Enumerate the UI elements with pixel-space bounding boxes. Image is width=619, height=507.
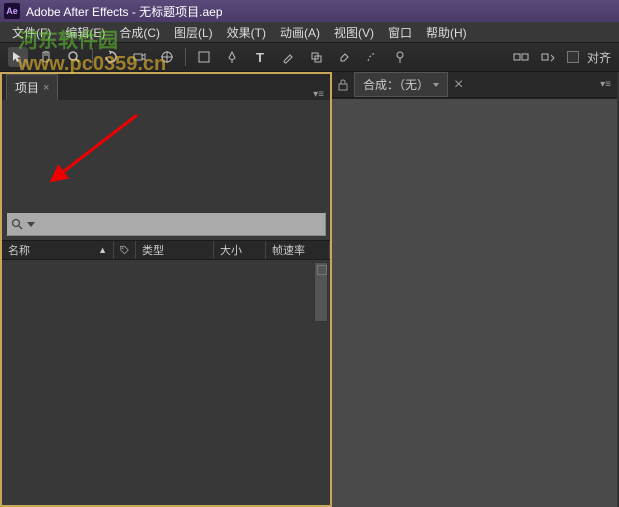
eraser-tool-icon[interactable] — [334, 47, 354, 67]
composition-tab-label: 合成：（无） — [363, 76, 429, 93]
composition-viewer[interactable] — [332, 98, 617, 507]
window-title: Adobe After Effects - 无标题项目.aep — [26, 3, 223, 20]
toolbar-divider — [92, 48, 93, 66]
pin-tool-icon[interactable] — [390, 47, 410, 67]
column-name-label: 名称 — [8, 242, 30, 258]
project-preview-area[interactable] — [2, 100, 330, 208]
column-name[interactable]: 名称 ▲ — [2, 241, 114, 259]
hand-tool-icon[interactable] — [36, 47, 56, 67]
menubar: 文件(F) 编辑(E) 合成(C) 图层(L) 效果(T) 动画(A) 视图(V… — [0, 22, 619, 42]
search-icon — [11, 218, 23, 230]
zoom-tool-icon[interactable] — [64, 47, 84, 67]
sort-arrow-icon: ▲ — [98, 245, 107, 255]
menu-window[interactable]: 窗口 — [382, 24, 418, 41]
menu-animation[interactable]: 动画(A) — [274, 24, 326, 41]
titlebar: Ae Adobe After Effects - 无标题项目.aep — [0, 0, 619, 22]
menu-layer[interactable]: 图层(L) — [168, 24, 219, 41]
text-tool-icon[interactable]: T — [250, 47, 270, 67]
close-icon[interactable]: × — [454, 76, 463, 94]
scrollbar[interactable] — [314, 262, 328, 322]
snap-icon[interactable] — [511, 47, 531, 67]
chevron-down-icon[interactable] — [433, 83, 439, 87]
lock-icon[interactable] — [338, 79, 348, 91]
roto-tool-icon[interactable] — [362, 47, 382, 67]
shape-tool-icon[interactable] — [194, 47, 214, 67]
column-size[interactable]: 大小 — [214, 241, 266, 259]
composition-panel: 合成：（无） × ▾≡ — [332, 72, 619, 507]
menu-help[interactable]: 帮助(H) — [420, 24, 473, 41]
column-type[interactable]: 类型 — [136, 241, 214, 259]
menu-view[interactable]: 视图(V) — [328, 24, 380, 41]
anchor-tool-icon[interactable] — [157, 47, 177, 67]
annotation-arrow-icon — [47, 105, 147, 205]
tag-icon — [120, 244, 129, 256]
pen-tool-icon[interactable] — [222, 47, 242, 67]
menu-edit[interactable]: 编辑(E) — [59, 24, 111, 41]
workspace: 项目 × ▾≡ 名称 — [0, 72, 619, 507]
app-icon: Ae — [4, 3, 20, 19]
camera-tool-icon[interactable] — [129, 47, 149, 67]
selection-tool-icon[interactable] — [8, 47, 28, 67]
close-icon[interactable]: × — [43, 82, 49, 94]
search-input[interactable] — [39, 218, 321, 230]
snap-dropdown-icon[interactable] — [539, 47, 559, 67]
project-tab[interactable]: 项目 × — [6, 74, 58, 100]
column-fps[interactable]: 帧速率 — [266, 241, 330, 259]
panel-menu-icon[interactable]: ▾≡ — [313, 89, 324, 100]
toolbar: T 对齐 — [0, 42, 619, 72]
brush-tool-icon[interactable] — [278, 47, 298, 67]
toolbar-divider — [185, 48, 186, 66]
composition-tab[interactable]: 合成：（无） — [354, 72, 448, 97]
menu-file[interactable]: 文件(F) — [6, 24, 57, 41]
panel-tabs: 项目 × ▾≡ — [2, 74, 330, 100]
column-tag[interactable] — [114, 241, 136, 259]
clone-tool-icon[interactable] — [306, 47, 326, 67]
align-checkbox[interactable] — [567, 51, 579, 63]
rotation-tool-icon[interactable] — [101, 47, 121, 67]
project-search[interactable] — [6, 212, 326, 236]
menu-composition[interactable]: 合成(C) — [113, 24, 166, 41]
panel-menu-icon[interactable]: ▾≡ — [600, 79, 611, 90]
search-dropdown-icon[interactable] — [27, 222, 35, 227]
project-tab-label: 项目 — [15, 79, 39, 96]
menu-effect[interactable]: 效果(T) — [221, 24, 272, 41]
project-panel: 项目 × ▾≡ 名称 — [0, 72, 332, 507]
align-label: 对齐 — [587, 49, 611, 66]
columns-header: 名称 ▲ 类型 大小 帧速率 — [2, 240, 330, 260]
composition-panel-header: 合成：（无） × ▾≡ — [332, 72, 617, 98]
project-list[interactable] — [2, 260, 330, 505]
toolbar-right-cluster: 对齐 — [511, 47, 611, 67]
